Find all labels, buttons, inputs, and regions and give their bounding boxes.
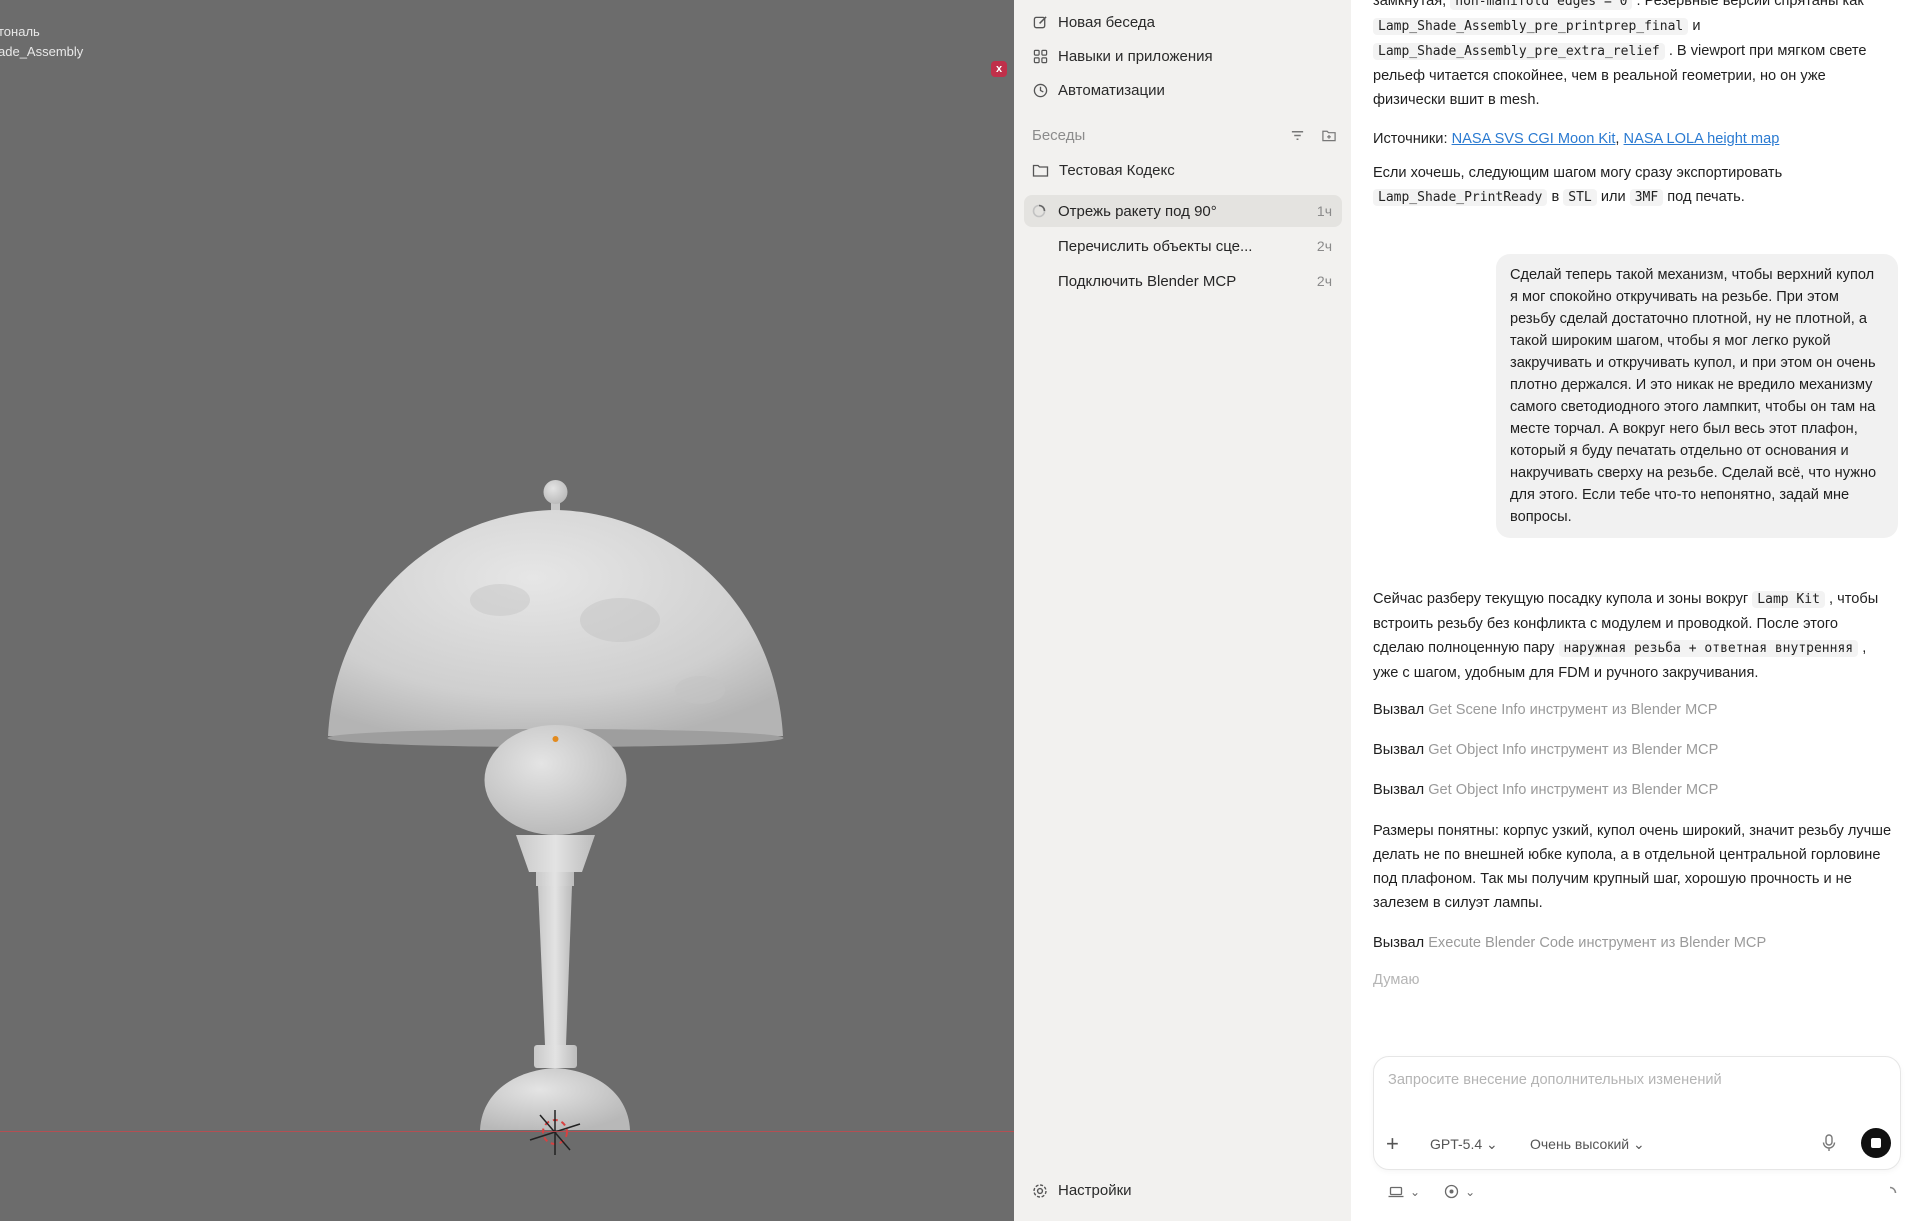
stop-icon [1871,1138,1881,1148]
loading-spinner-icon [1032,204,1046,218]
lamp-collar [516,835,595,872]
nav-new-chat[interactable]: Новая беседа [1032,9,1155,35]
tool-prefix: Вызвал [1373,702,1425,718]
conversation-title: Подключить Blender MCP [1058,272,1237,290]
conversation-time: 2ч [1316,273,1332,289]
thinking-indicator: Думаю [1373,972,1420,988]
clock-icon [1032,82,1048,98]
model-label: GPT-5.4 [1430,1136,1483,1152]
conversation-item[interactable]: Отрежь ракету под 90° 1ч [1024,195,1342,227]
code-span: non-manifold edges = 0 [1450,0,1633,10]
blender-viewport[interactable]: тональ ade_Assembly x [0,0,1014,1221]
lamp-stem [538,886,572,1045]
tool-call[interactable]: Вызвал Get Object Info инструмент из Ble… [1373,742,1718,758]
nav-new-chat-label: Новая беседа [1058,13,1155,31]
conversations-section-title: Беседы [1032,127,1086,144]
nav-skills-label: Навыки и приложения [1058,47,1213,65]
model-selector[interactable]: GPT-5.4 ⌄ [1430,1136,1498,1153]
close-icon[interactable]: x [991,61,1007,77]
chevron-down-icon: ⌄ [1465,1184,1476,1199]
export-suggestion: Если хочешь, следующим шагом могу сразу … [1373,161,1893,210]
new-folder-icon[interactable] [1321,128,1337,148]
user-message: Сделай теперь такой механизм, чтобы верх… [1496,254,1898,538]
source-link[interactable]: NASA LOLA height map [1624,131,1780,147]
nav-skills[interactable]: Навыки и приложения [1032,43,1213,69]
nav-automations-label: Автоматизации [1058,81,1165,99]
tool-name: Execute Blender Code инструмент из Blend… [1428,935,1767,951]
message-text: Если хочешь, следующим шагом могу сразу … [1373,165,1783,181]
tool-prefix: Вызвал [1373,935,1425,951]
chevron-down-icon: ⌄ [1632,1136,1645,1152]
filter-icon[interactable] [1290,128,1305,148]
message-text: . Резервные версии спрятаны как [1636,0,1864,9]
message-text: и [1692,18,1701,34]
conversation-time: 1ч [1316,203,1332,219]
chevron-down-icon: ⌄ [1410,1184,1421,1199]
loading-spinner-icon [1889,1186,1897,1194]
nav-automations[interactable]: Автоматизации [1032,77,1165,103]
conversation-item[interactable]: Перечислить объекты сце... 2ч [1024,230,1342,262]
message-text: под печать. [1667,189,1745,205]
message-text: в [1551,189,1560,205]
add-attachment-button[interactable]: + [1386,1133,1399,1155]
message-input[interactable] [1386,1071,1870,1089]
tool-name: Get Object Info инструмент из Blender MC… [1428,742,1719,758]
assistant-message-top: замкнутая, non-manifold edges = 0 . Резе… [1373,0,1893,112]
message-text: замкнутая, [1373,0,1447,9]
conversation-title: Отрежь ракету под 90° [1058,202,1217,220]
lamp-dome [328,510,783,736]
laptop-icon [1388,1186,1404,1197]
tool-name: Get Object Info инструмент из Blender MC… [1428,782,1719,798]
message-text: или [1600,189,1626,205]
assistant-reply: Размеры понятны: корпус узкий, купол оче… [1373,823,1892,911]
code-span: Lamp_Shade_Assembly_pre_extra_relief [1373,43,1665,60]
code-span: Lamp_Shade_Assembly_pre_printprep_final [1373,18,1689,35]
environment-selector[interactable]: ⌄ [1388,1184,1420,1199]
assistant-reply: Сейчас разберу текущую посадку купола и … [1373,587,1893,685]
gear-icon [1032,1183,1048,1199]
microphone-icon[interactable] [1822,1134,1836,1157]
separator: , [1615,131,1620,147]
tool-name: Get Scene Info инструмент из Blender MCP [1428,702,1718,718]
tool-call[interactable]: Вызвал Execute Blender Code инструмент и… [1373,935,1766,951]
grid-icon [1032,48,1048,64]
tool-prefix: Вызвал [1373,742,1425,758]
stop-button[interactable] [1861,1128,1891,1158]
conversation-item[interactable]: Подключить Blender MCP 2ч [1024,265,1342,297]
folder-icon [1032,163,1050,178]
tool-call[interactable]: Вызвал Get Object Info инструмент из Ble… [1373,782,1718,798]
edit-icon [1032,14,1048,30]
sources-label: Источники: [1373,131,1448,147]
tool-prefix: Вызвал [1373,782,1425,798]
chat-pane: замкнутая, non-manifold edges = 0 . Резе… [1351,0,1920,1221]
lamp-stem-joint [534,1045,577,1068]
chevron-down-icon: ⌄ [1486,1136,1498,1152]
source-link[interactable]: NASA SVS CGI Moon Kit [1452,131,1616,147]
sidebar: Новая беседа Навыки и приложения Автомат… [1014,0,1352,1221]
folder-item[interactable]: Тестовая Кодекс [1032,162,1175,179]
shield-icon [1444,1184,1459,1199]
x-axis-line [0,1131,1014,1132]
conversation-title: Перечислить объекты сце... [1058,237,1253,255]
code-span: 3MF [1629,189,1664,206]
settings-label: Настройки [1058,1182,1132,1199]
code-span: STL [1563,189,1597,206]
lamp-model [327,480,784,1155]
settings-button[interactable]: Настройки [1032,1182,1132,1199]
object-origin-dot [552,736,559,742]
conversation-time: 2ч [1316,238,1332,254]
lamp-finial-ball [543,480,568,504]
tool-call[interactable]: Вызвал Get Scene Info инструмент из Blen… [1373,702,1718,718]
code-span: наружная резьба + ответная внутренняя [1558,640,1859,657]
message-text: Сейчас разберу текущую посадку купола и … [1373,591,1749,607]
permissions-selector[interactable]: ⌄ [1444,1184,1475,1199]
sources-line: Источники: NASA SVS CGI Moon Kit, NASA L… [1373,127,1893,151]
folder-label: Тестовая Кодекс [1059,162,1175,179]
code-span: Lamp Kit [1752,591,1825,608]
code-span: Lamp_Shade_PrintReady [1373,189,1548,206]
composer: + GPT-5.4 ⌄ Очень высокий ⌄ [1373,1056,1901,1170]
bottom-toolbar: ⌄ ⌄ [1388,1184,1475,1199]
effort-label: Очень высокий [1530,1136,1630,1152]
effort-selector[interactable]: Очень высокий ⌄ [1530,1136,1645,1153]
